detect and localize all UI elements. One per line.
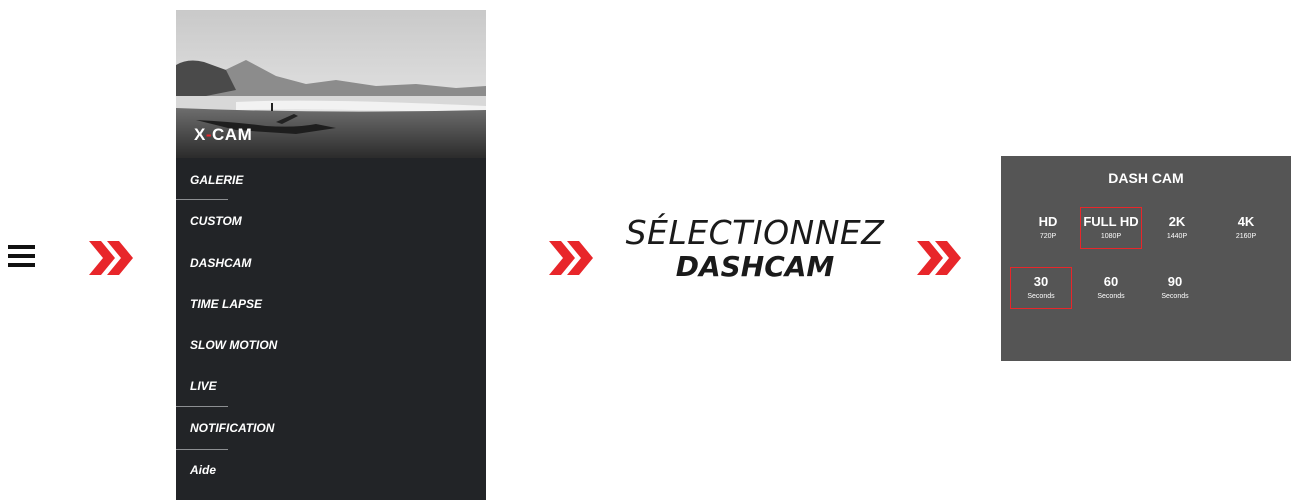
- duration-label: 90: [1167, 274, 1183, 289]
- instruction-text: SÉLECTIONNEZ DASHCAM: [620, 215, 890, 283]
- menu-item-galerie[interactable]: GALERIE: [190, 165, 470, 195]
- resolution-option-hd[interactable]: HD 720P: [1018, 208, 1078, 248]
- menu-divider: [176, 449, 228, 450]
- resolution-sub: 1440P: [1166, 233, 1188, 240]
- menu-item-notification[interactable]: NOTIFICATION: [190, 413, 470, 443]
- menu-divider: [176, 406, 228, 407]
- menu-item-live[interactable]: LIVE: [190, 371, 470, 401]
- menu-header-beach-photo: X-CAM: [176, 10, 486, 158]
- duration-sub: Seconds: [1027, 293, 1055, 300]
- duration-sub: Seconds: [1161, 293, 1189, 300]
- resolution-sub: 2160P: [1235, 233, 1257, 240]
- resolution-option-full-hd[interactable]: FULL HD 1080P: [1080, 207, 1142, 249]
- menu-item-custom[interactable]: CUSTOM: [190, 206, 470, 236]
- resolution-option-2k[interactable]: 2K 1440P: [1147, 208, 1207, 248]
- resolution-label: FULL HD: [1083, 214, 1139, 229]
- brand-logo-suffix: CAM: [212, 125, 253, 144]
- resolution-sub: 1080P: [1100, 233, 1122, 240]
- resolution-label: HD: [1038, 214, 1058, 229]
- resolution-label: 4K: [1237, 214, 1255, 229]
- menu-item-slow-motion[interactable]: SLOW MOTION: [190, 330, 470, 360]
- duration-option-60[interactable]: 60 Seconds: [1081, 268, 1141, 308]
- duration-option-30[interactable]: 30 Seconds: [1010, 267, 1072, 309]
- menu-divider: [176, 199, 228, 200]
- panel-title: DASH CAM: [1108, 170, 1184, 186]
- dashcam-settings-panel: DASH CAM HD 720P FULL HD 1080P 2K 1440P …: [1001, 156, 1291, 361]
- duration-option-90[interactable]: 90 Seconds: [1145, 268, 1205, 308]
- resolution-option-4k[interactable]: 4K 2160P: [1216, 208, 1276, 248]
- menu-item-dashcam[interactable]: DASHCAM: [190, 248, 470, 278]
- brand-logo-prefix: X: [194, 125, 206, 144]
- side-menu-panel: X-CAM GALERIE CUSTOM DASHCAM TIME LAPSE …: [176, 10, 486, 500]
- double-chevron-right-icon: [89, 241, 133, 275]
- instruction-line1: SÉLECTIONNEZ: [625, 213, 885, 252]
- instruction-line2: DASHCAM: [675, 250, 835, 283]
- hamburger-menu-icon[interactable]: [8, 245, 35, 269]
- menu-item-aide[interactable]: Aide: [190, 455, 470, 485]
- duration-label: 30: [1033, 274, 1049, 289]
- resolution-sub: 720P: [1039, 233, 1057, 240]
- brand-logo: X-CAM: [194, 125, 252, 145]
- menu-item-time-lapse[interactable]: TIME LAPSE: [190, 289, 470, 319]
- duration-label: 60: [1103, 274, 1119, 289]
- double-chevron-right-icon: [917, 241, 961, 275]
- duration-sub: Seconds: [1097, 293, 1125, 300]
- double-chevron-right-icon: [549, 241, 593, 275]
- resolution-label: 2K: [1168, 214, 1186, 229]
